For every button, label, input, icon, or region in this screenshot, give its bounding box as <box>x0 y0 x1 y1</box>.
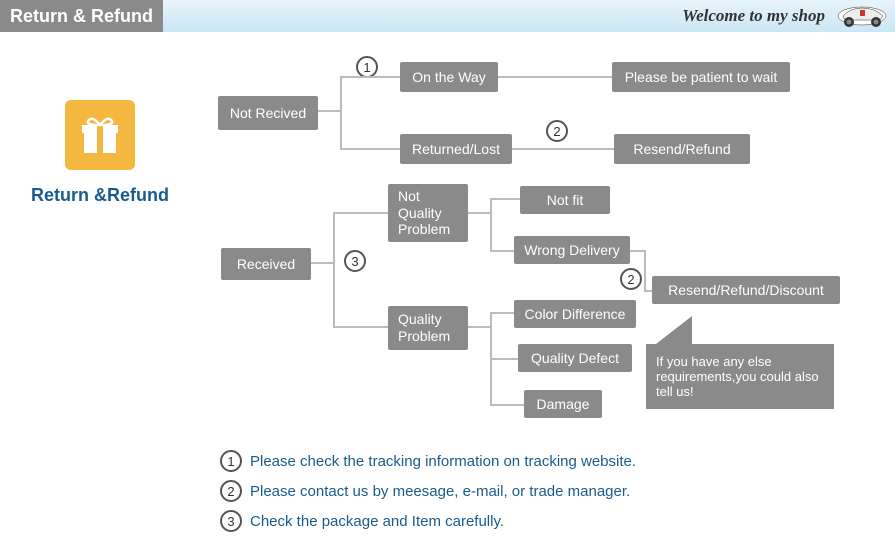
connector <box>318 110 340 112</box>
connector <box>490 404 524 406</box>
note-row-3: 3 Check the package and Item carefully. <box>220 510 636 532</box>
step-marker-1: 1 <box>356 56 378 78</box>
connector <box>512 148 614 150</box>
node-wrong-delivery: Wrong Delivery <box>514 236 630 264</box>
sidebar: Return &Refund <box>20 100 180 206</box>
speech-bubble: If you have any else requirements,you co… <box>646 344 834 409</box>
node-damage: Damage <box>524 390 602 418</box>
node-color-difference: Color Difference <box>514 300 636 328</box>
gift-icon <box>65 100 135 170</box>
step-marker-3: 3 <box>344 250 366 272</box>
connector <box>490 198 520 200</box>
node-resend-refund: Resend/Refund <box>614 134 750 164</box>
note-row-1: 1 Please check the tracking information … <box>220 450 636 472</box>
connector <box>340 76 400 78</box>
connector <box>333 212 335 328</box>
note-text-2: Please contact us by meesage, e-mail, or… <box>250 483 630 500</box>
connector <box>468 212 490 214</box>
connector <box>333 326 388 328</box>
connector <box>644 290 652 292</box>
connector <box>644 250 646 290</box>
header-right: Welcome to my shop <box>163 0 895 32</box>
note-text-3: Check the package and Item carefully. <box>250 513 504 530</box>
note-row-2: 2 Please contact us by meesage, e-mail, … <box>220 480 636 502</box>
connector <box>340 76 342 148</box>
node-quality-problem: Quality Problem <box>388 306 468 350</box>
connector <box>333 212 388 214</box>
note-text-1: Please check the tracking information on… <box>250 453 636 470</box>
connector <box>340 148 400 150</box>
footer-notes: 1 Please check the tracking information … <box>220 450 636 540</box>
note-marker-2: 2 <box>220 480 242 502</box>
node-returned-lost: Returned/Lost <box>400 134 512 164</box>
node-please-wait: Please be patient to wait <box>612 62 790 92</box>
node-not-quality-problem: Not Quality Problem <box>388 184 468 242</box>
node-not-fit: Not fit <box>520 186 610 214</box>
header-title: Return & Refund <box>0 0 163 32</box>
note-marker-3: 3 <box>220 510 242 532</box>
welcome-text: Welcome to my shop <box>682 6 825 26</box>
node-not-received: Not Recived <box>218 96 318 130</box>
connector <box>311 262 333 264</box>
node-resend-refund-discount: Resend/Refund/Discount <box>652 276 840 304</box>
node-received: Received <box>221 248 311 280</box>
connector <box>490 358 518 360</box>
connector <box>490 250 514 252</box>
car-icon <box>835 2 890 35</box>
connector <box>498 76 612 78</box>
connector <box>468 326 490 328</box>
step-marker-2a: 2 <box>546 120 568 142</box>
connector <box>490 312 514 314</box>
connector <box>630 250 644 252</box>
step-marker-2b: 2 <box>620 268 642 290</box>
note-marker-1: 1 <box>220 450 242 472</box>
speech-tail-icon <box>656 316 692 344</box>
sidebar-title: Return &Refund <box>20 185 180 206</box>
speech-text: If you have any else requirements,you co… <box>656 354 819 399</box>
node-quality-defect: Quality Defect <box>518 344 632 372</box>
header-bar: Return & Refund Welcome to my shop <box>0 0 895 32</box>
node-on-the-way: On the Way <box>400 62 498 92</box>
connector <box>490 198 492 250</box>
